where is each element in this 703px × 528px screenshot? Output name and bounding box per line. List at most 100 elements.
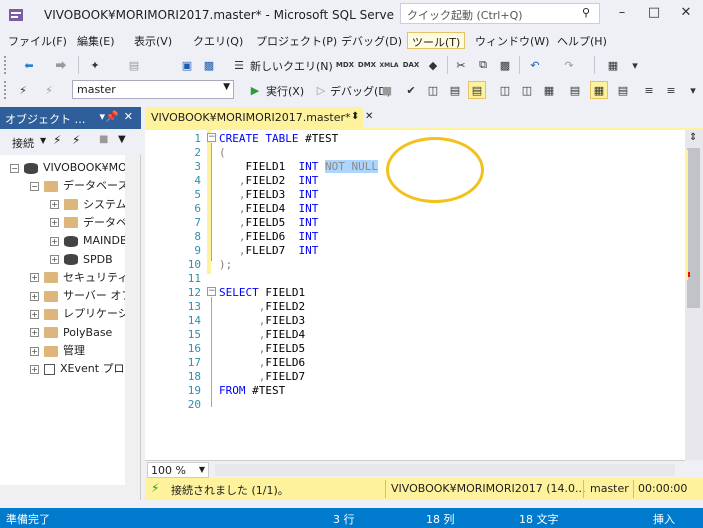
results-grid-icon[interactable]: ▦: [590, 81, 608, 99]
cut-icon[interactable]: ✂: [452, 56, 470, 74]
editor-hscroll[interactable]: [215, 464, 675, 476]
tree-node[interactable]: + レプリケーション: [30, 305, 125, 323]
code-line[interactable]: ,FIELD5: [219, 342, 305, 356]
toolbar-options-icon[interactable]: ▾: [684, 81, 702, 99]
tree-node[interactable]: − データベース: [30, 177, 125, 195]
code-line[interactable]: );: [219, 258, 232, 272]
minimize-button[interactable]: –: [606, 0, 638, 26]
menu-project[interactable]: プロジェクト(P): [252, 32, 341, 49]
dmx-query-icon[interactable]: DMX: [358, 56, 376, 74]
menu-tools[interactable]: ツール(T): [407, 32, 466, 49]
new-project-icon[interactable]: ✦: [86, 56, 104, 74]
toolbar-gripper[interactable]: [4, 56, 7, 74]
expand-icon[interactable]: +: [30, 364, 39, 374]
split-icon[interactable]: ⇕: [689, 132, 697, 143]
menu-file[interactable]: ファイル(F): [4, 32, 71, 49]
xmla-query-icon[interactable]: XMLA: [379, 56, 398, 74]
scroll-thumb[interactable]: [687, 148, 700, 308]
close-icon[interactable]: ✕: [365, 111, 373, 122]
mdx-query-icon[interactable]: MDX: [336, 56, 354, 74]
tree-node[interactable]: + サーバー オブジェクト: [30, 287, 125, 305]
database-select[interactable]: master ▼: [72, 80, 234, 99]
code-line[interactable]: ,FIELD2 INT: [219, 174, 319, 188]
connect-dropdown[interactable]: 接続: [12, 135, 34, 151]
code-line[interactable]: ,FIELD3 INT: [219, 188, 319, 202]
editor-vscroll[interactable]: ⇕: [685, 130, 703, 460]
new-query-icon[interactable]: ☰: [230, 56, 248, 74]
uncomment-icon[interactable]: ≡: [662, 81, 680, 99]
pin-icon[interactable]: ⬍: [351, 111, 359, 122]
solution-explorer-icon[interactable]: ▦: [604, 56, 622, 74]
code-line[interactable]: ,FIELD4: [219, 328, 305, 342]
code-line[interactable]: CREATE TABLE #TEST: [219, 132, 338, 146]
tree-node[interactable]: + データベース スナップショット: [50, 214, 125, 232]
collapse-icon[interactable]: −: [30, 181, 39, 191]
live-stats-icon[interactable]: ◫: [518, 81, 536, 99]
menu-help[interactable]: ヘルプ(H): [553, 32, 611, 49]
client-stats-icon[interactable]: ▦: [540, 81, 558, 99]
expand-icon[interactable]: +: [50, 200, 59, 210]
zoom-select[interactable]: 100 % ▼: [147, 462, 209, 478]
close-button[interactable]: ✕: [670, 0, 702, 26]
back-icon[interactable]: ⬅: [20, 56, 38, 74]
execute-icon[interactable]: ▶: [246, 81, 264, 99]
tree-vscroll[interactable]: [125, 155, 140, 500]
undo-icon[interactable]: ↶: [526, 56, 544, 74]
stop-icon[interactable]: ■: [99, 134, 108, 145]
results-file-icon[interactable]: ▤: [614, 81, 632, 99]
filter-icon[interactable]: ▼: [118, 134, 126, 145]
code-line[interactable]: (: [219, 146, 226, 160]
expand-icon[interactable]: +: [50, 218, 59, 228]
code-line[interactable]: FROM #TEST: [219, 384, 285, 398]
close-icon[interactable]: ✕: [124, 110, 133, 123]
comment-icon[interactable]: ≡: [640, 81, 658, 99]
cancel-query-icon[interactable]: ■: [378, 81, 396, 99]
expand-icon[interactable]: +: [30, 309, 39, 319]
code-line[interactable]: FIELD1 INT NOT NULL: [219, 160, 378, 174]
tree-node[interactable]: + セキュリティ: [30, 269, 125, 287]
expand-icon[interactable]: +: [50, 255, 59, 264]
tree-node[interactable]: + 管理: [30, 342, 125, 360]
toolbar-gripper[interactable]: [4, 81, 7, 99]
tree-node[interactable]: + XEvent プロファイラー: [30, 360, 125, 378]
dax-query-icon[interactable]: DAX: [402, 56, 420, 74]
tree-node[interactable]: + SPDB: [50, 251, 125, 269]
expand-icon[interactable]: +: [30, 328, 39, 338]
menu-query[interactable]: クエリ(Q): [189, 32, 247, 49]
results-text-icon[interactable]: ▤: [566, 81, 584, 99]
code-line[interactable]: ,FIELD2: [219, 300, 305, 314]
tree-hscroll[interactable]: [0, 485, 125, 500]
connect-icon[interactable]: ⚡: [53, 133, 61, 147]
code-line[interactable]: ,FIELD7: [219, 370, 305, 384]
menu-window[interactable]: ウィンドウ(W): [471, 32, 553, 49]
collapse-select-icon[interactable]: −: [207, 287, 216, 296]
debug-icon[interactable]: ▷: [312, 81, 330, 99]
auto-hide-icon[interactable]: 📌: [105, 110, 119, 123]
paste-icon[interactable]: ▩: [496, 56, 514, 74]
tree-node[interactable]: + PolyBase: [30, 324, 125, 342]
menu-edit[interactable]: 編集(E): [73, 32, 119, 49]
menu-debug[interactable]: デバッグ(D): [337, 32, 406, 49]
code-line[interactable]: ,FIELD5 INT: [219, 216, 319, 230]
new-query-button[interactable]: 新しいクエリ(N): [250, 58, 333, 74]
ssms-app-icon[interactable]: [8, 7, 24, 23]
code-line[interactable]: ,FIELD3: [219, 314, 305, 328]
collapse-icon[interactable]: −: [10, 163, 19, 173]
chevron-down-icon[interactable]: ▼: [40, 136, 46, 145]
tab-query-document[interactable]: VIVOBOOK¥MORIMORI2017.master* ⬍ ✕: [145, 107, 373, 129]
maximize-button[interactable]: □: [638, 0, 670, 26]
expand-icon[interactable]: +: [30, 291, 39, 301]
code-line[interactable]: ,FLELD7 INT: [219, 244, 319, 258]
parse-icon[interactable]: ✔: [402, 81, 420, 99]
estimated-plan-icon[interactable]: ◫: [424, 81, 442, 99]
redo-icon[interactable]: ↷: [560, 56, 578, 74]
analysis-icon[interactable]: ◆: [424, 56, 442, 74]
forward-icon[interactable]: ⮕: [52, 56, 70, 74]
disconnect-icon[interactable]: ⚡: [72, 133, 80, 147]
tree-node[interactable]: + MAINDB: [50, 232, 125, 250]
save-all-icon[interactable]: ▩: [200, 56, 218, 74]
quick-launch-input[interactable]: クイック起動 (Ctrl+Q): [400, 3, 600, 24]
expand-icon[interactable]: +: [30, 346, 39, 356]
tree-node[interactable]: + システム データベース: [50, 196, 125, 214]
intellisense-icon[interactable]: ▤: [468, 81, 486, 99]
